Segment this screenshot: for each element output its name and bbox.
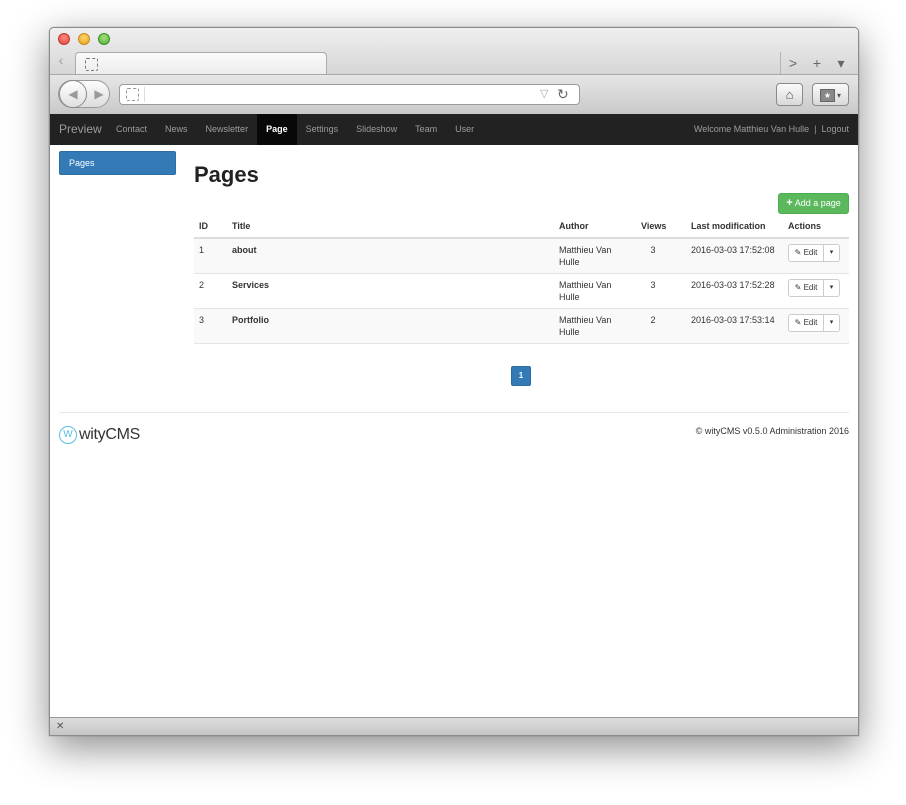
row-actions: ✎ Edit ▾ <box>788 244 840 262</box>
row-actions: ✎ Edit ▾ <box>788 314 840 332</box>
nav-item-slideshow[interactable]: Slideshow <box>347 114 406 145</box>
pencil-icon: ✎ <box>794 318 802 327</box>
column-header-id[interactable]: ID <box>199 215 208 237</box>
caret-down-icon: ▾ <box>829 249 834 256</box>
admin-navbar: Preview Contact News Newsletter Page Set… <box>50 114 858 146</box>
browser-tab[interactable] <box>75 52 327 75</box>
column-header-actions: Actions <box>788 221 822 231</box>
pagination-page-1[interactable]: 1 <box>511 366 531 386</box>
cell-title: Services <box>232 280 270 290</box>
page-content: Pages Pages + Add a page ID Title Author … <box>50 145 858 717</box>
edit-button[interactable]: ✎ Edit <box>788 244 824 262</box>
plus-icon: + <box>786 197 793 209</box>
window-close-button[interactable] <box>58 33 70 45</box>
chevron-down-icon: ▾ <box>836 91 841 101</box>
tab-scroll-left-icon[interactable]: ‹ <box>54 50 68 70</box>
sidebar-item-pages[interactable]: Pages <box>59 151 176 175</box>
column-header-last-modification[interactable]: Last modification <box>691 215 766 237</box>
pencil-icon: ✎ <box>794 283 802 292</box>
cell-views: 3 <box>650 245 656 255</box>
add-page-button[interactable]: + Add a page <box>778 193 849 214</box>
tab-favicon-icon <box>85 58 98 71</box>
bookmark-star-icon: ★ <box>819 89 835 103</box>
tab-scroll-right-icon[interactable]: > <box>781 52 805 74</box>
logo-text: wityCMS <box>79 426 141 443</box>
nav-item-user[interactable]: User <box>446 114 483 145</box>
user-menu: Welcome Matthieu Van Hulle | Logout <box>694 114 849 145</box>
navbar-brand[interactable]: Preview <box>59 114 102 145</box>
table-header: ID Title Author Views Last modification … <box>194 215 849 239</box>
nav-separator: | <box>814 124 817 134</box>
copyright-text: © wityCMS v0.5.0 Administration 2016 <box>695 426 849 436</box>
row-actions: ✎ Edit ▾ <box>788 279 840 297</box>
window-minimize-button[interactable] <box>78 33 90 45</box>
wity-logo-icon: W <box>59 426 77 444</box>
witycms-logo: W wityCMS <box>59 425 140 445</box>
actions-dropdown-button[interactable]: ▾ <box>824 244 840 262</box>
browser-status-bar: ✕ <box>50 717 858 735</box>
title-bar: ‹ > + ▾ <box>50 28 858 75</box>
welcome-text: Welcome Matthieu Van Hulle <box>693 124 810 134</box>
tab-list-icon[interactable]: ▾ <box>829 52 853 74</box>
caret-down-icon: ▾ <box>829 319 834 326</box>
nav-item-news[interactable]: News <box>156 114 197 145</box>
column-header-title[interactable]: Title <box>232 215 250 237</box>
cell-last-modification: 2016-03-03 17:53:14 <box>691 315 775 325</box>
cell-author: Matthieu Van Hulle <box>559 315 612 337</box>
cell-id: 1 <box>199 245 205 255</box>
column-header-views[interactable]: Views <box>641 215 666 237</box>
cell-views: 3 <box>650 280 656 290</box>
back-button[interactable]: ◀ <box>59 80 87 108</box>
cell-id: 3 <box>199 315 205 325</box>
cell-id: 2 <box>199 280 205 290</box>
address-bar[interactable]: ▽ ↻ <box>119 84 580 105</box>
table-row: 3 Portfolio Matthieu Van Hulle 2 2016-03… <box>194 309 849 344</box>
cell-last-modification: 2016-03-03 17:52:28 <box>691 280 775 290</box>
table-row: 1 about Matthieu Van Hulle 3 2016-03-03 … <box>194 239 849 274</box>
home-button[interactable]: ⌂ <box>776 83 803 106</box>
history-dropdown-icon[interactable]: ▽ <box>540 87 548 102</box>
nav-item-newsletter[interactable]: Newsletter <box>197 114 258 145</box>
forward-button[interactable]: ▶ <box>90 81 108 107</box>
cell-author: Matthieu Van Hulle <box>559 280 612 302</box>
site-favicon-icon <box>126 88 139 101</box>
add-page-label: Add a page <box>794 198 841 208</box>
actions-dropdown-button[interactable]: ▾ <box>824 279 840 297</box>
column-header-author[interactable]: Author <box>559 215 621 237</box>
cell-title: about <box>232 245 257 255</box>
history-nav: ◀ ▶ <box>58 80 110 108</box>
tab-actions: > + ▾ <box>780 52 853 74</box>
edit-button[interactable]: ✎ Edit <box>788 314 824 332</box>
actions-dropdown-button[interactable]: ▾ <box>824 314 840 332</box>
edit-label: Edit <box>803 248 818 257</box>
home-icon: ⌂ <box>785 87 794 102</box>
edit-label: Edit <box>803 318 818 327</box>
edit-label: Edit <box>803 283 818 292</box>
cell-author: Matthieu Van Hulle <box>559 245 612 267</box>
nav-item-page[interactable]: Page <box>257 114 297 145</box>
browser-toolbar: ◀ ▶ ▽ ↻ ⌂ ★ ▾ <box>50 74 858 116</box>
cell-last-modification: 2016-03-03 17:52:08 <box>691 245 775 255</box>
address-divider <box>144 87 145 102</box>
nav-item-settings[interactable]: Settings <box>297 114 348 145</box>
footer-divider <box>59 412 849 413</box>
caret-down-icon: ▾ <box>829 284 834 291</box>
pencil-icon: ✎ <box>794 248 802 257</box>
close-icon[interactable]: ✕ <box>56 718 64 735</box>
nav-item-team[interactable]: Team <box>406 114 446 145</box>
edit-button[interactable]: ✎ Edit <box>788 279 824 297</box>
window-maximize-button[interactable] <box>98 33 110 45</box>
navbar-links: Contact News Newsletter Page Settings Sl… <box>107 114 483 145</box>
logout-link[interactable]: Logout <box>821 124 849 134</box>
bookmarks-button[interactable]: ★ ▾ <box>812 83 849 106</box>
pages-table: ID Title Author Views Last modification … <box>194 215 849 344</box>
page-title: Pages <box>194 162 259 187</box>
new-tab-icon[interactable]: + <box>805 52 829 74</box>
cell-title: Portfolio <box>232 315 269 325</box>
browser-window: ‹ > + ▾ ◀ ▶ ▽ ↻ ⌂ ★ ▾ Preview Contact Ne… <box>49 27 859 736</box>
reload-icon[interactable]: ↻ <box>557 85 569 103</box>
nav-item-contact[interactable]: Contact <box>107 114 156 145</box>
table-row: 2 Services Matthieu Van Hulle 3 2016-03-… <box>194 274 849 309</box>
cell-views: 2 <box>650 315 656 325</box>
